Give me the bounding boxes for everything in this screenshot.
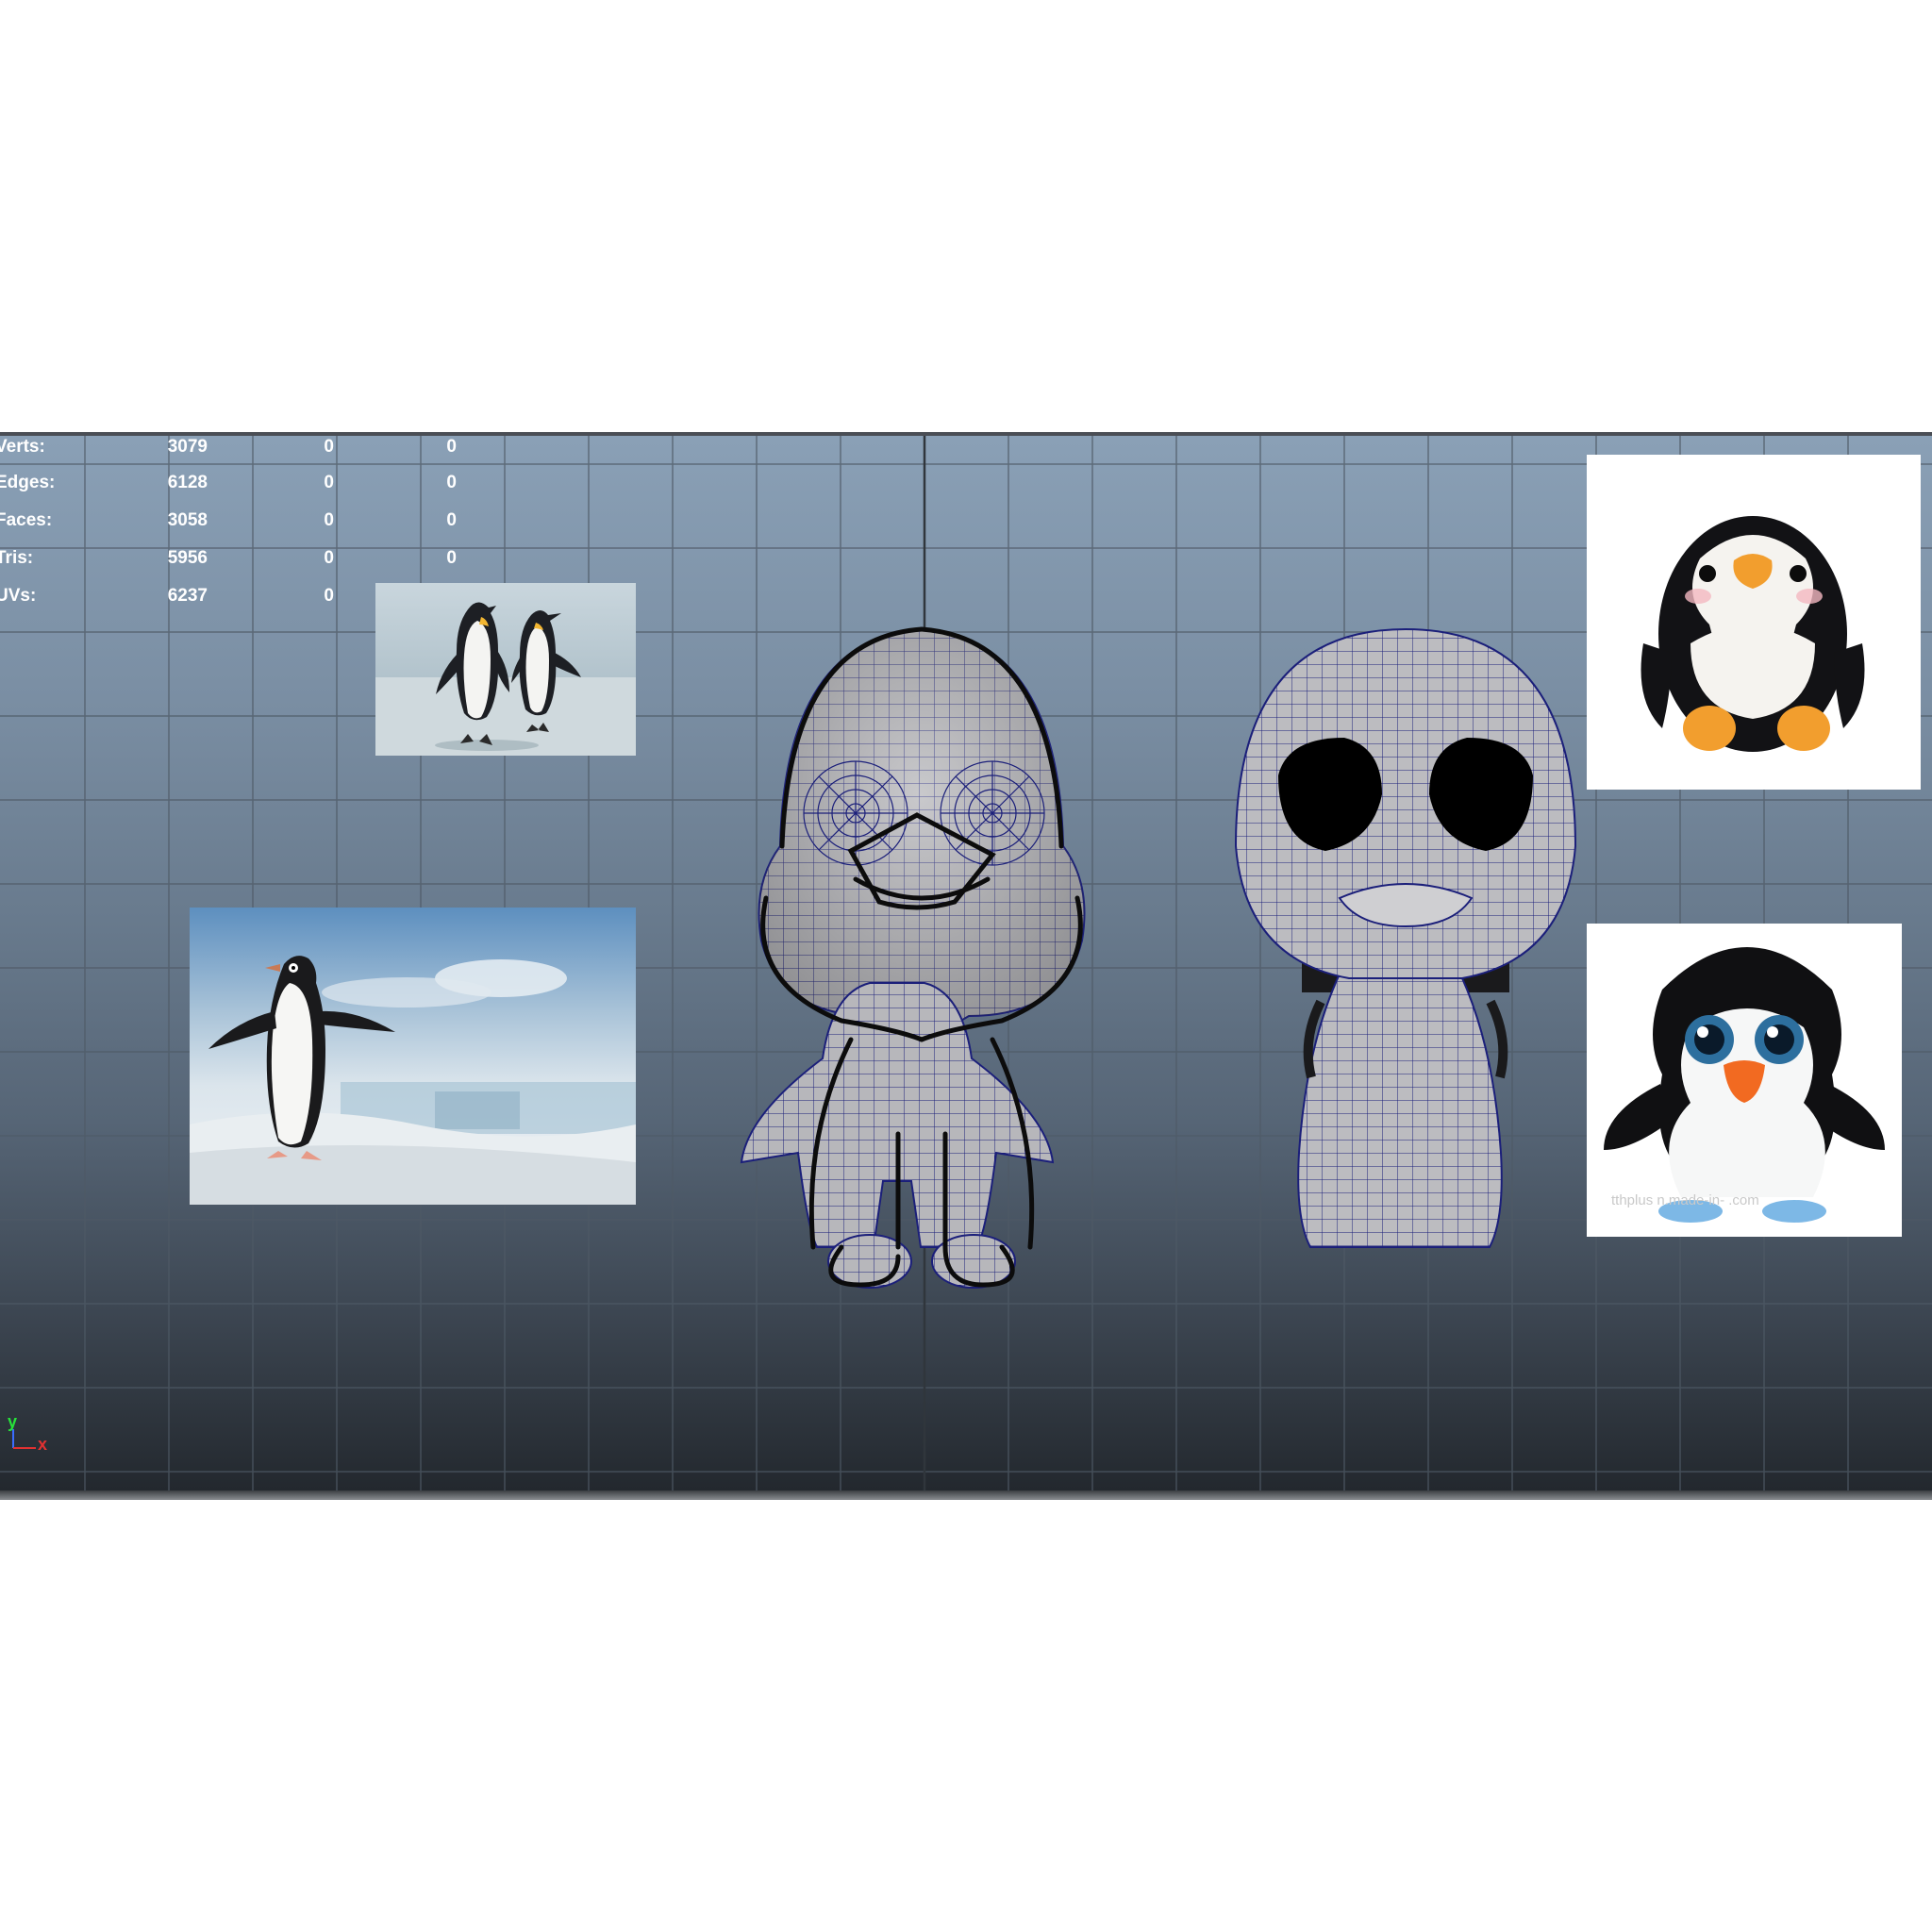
axis-label-x: x: [38, 1435, 48, 1454]
hud-value-triangles: 0: [446, 437, 457, 457]
hud-value-selected: 0: [324, 510, 334, 530]
hud-label: Faces:: [0, 510, 53, 530]
hud-value-selected: 0: [324, 548, 334, 568]
wireframe-model-left[interactable]: [738, 625, 1106, 1304]
hud-label: Tris:: [0, 548, 34, 568]
hud-value-triangles: 0: [446, 473, 457, 492]
photo-plush-penguin-icon: [1587, 455, 1921, 790]
hud-value-total: 6128: [167, 473, 208, 492]
reference-image-adelie-penguin[interactable]: [190, 908, 636, 1205]
wireframe-penguin-shaded-icon: [1234, 627, 1577, 1248]
axis-label-y: y: [8, 1412, 18, 1431]
photo-adelie-penguin-icon: [190, 908, 636, 1205]
hud-value-total: 6237: [167, 586, 208, 606]
hud-value-selected: 0: [324, 437, 334, 457]
hud-value-selected: 0: [324, 586, 334, 606]
reference-image-plush-penguin[interactable]: [1587, 455, 1921, 790]
hud-value-triangles: 0: [446, 510, 457, 530]
front-viewport[interactable]: Verts: 3079 0 0 Edges: 6128 0 0 Faces: 3…: [0, 436, 1932, 1491]
hud-value-triangles: 0: [446, 548, 457, 568]
hud-label: Edges:: [0, 473, 56, 492]
hud-value-total: 3079: [167, 437, 208, 457]
hud-label: UVs:: [0, 586, 37, 606]
photo-plush-penguin-big-eyes-icon: tthplus n.made-in- .com: [1587, 924, 1902, 1237]
axis-gizmo: y x: [8, 1412, 55, 1459]
wireframe-model-right[interactable]: [1231, 625, 1580, 1266]
reference-image-king-penguins[interactable]: [375, 583, 636, 756]
wireframe-penguin-with-sketch-icon: [740, 626, 1086, 1289]
watermark-text: tthplus n.made-in- .com: [1611, 1192, 1759, 1208]
hud-value-total: 5956: [167, 548, 208, 568]
hud-value-selected: 0: [324, 473, 334, 492]
hud-label: Verts:: [0, 437, 45, 457]
viewport-bottom-border: [0, 1491, 1932, 1500]
reference-image-plush-penguin-big-eyes[interactable]: tthplus n.made-in- .com: [1587, 924, 1902, 1237]
photo-two-king-penguins-icon: [375, 583, 636, 756]
hud-value-total: 3058: [167, 510, 208, 530]
